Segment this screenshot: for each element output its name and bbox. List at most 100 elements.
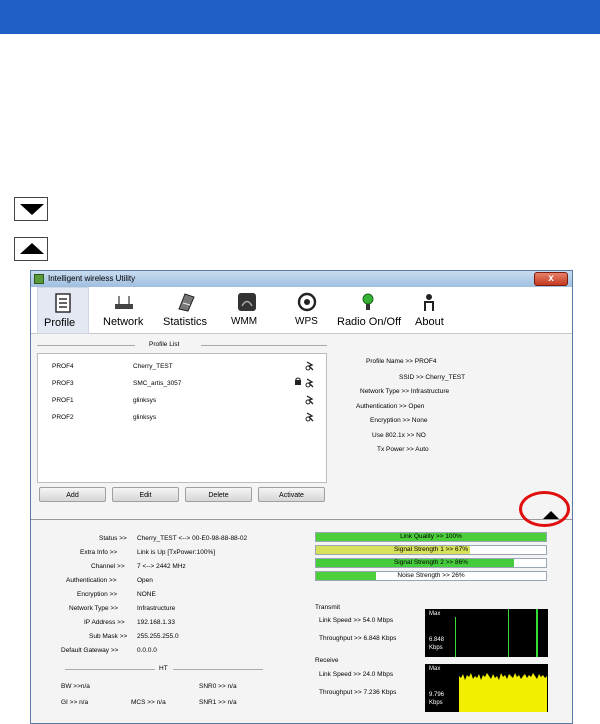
channel-value: 7 <--> 2442 MHz (137, 563, 186, 570)
detail-authentication: Authentication >> Open (356, 403, 425, 410)
connection-icon (305, 395, 314, 405)
profile-ssid: SMC_artis_3057 (133, 380, 182, 387)
tab-label: WMM (231, 316, 258, 327)
authentication-value: Open (137, 577, 153, 584)
connection-icon (305, 412, 314, 422)
tab-label: About (415, 316, 444, 328)
profile-row[interactable]: PROF3 (52, 380, 74, 387)
encryption-label: Encryption >> (77, 591, 118, 598)
tab-wps[interactable]: WPS (289, 287, 325, 334)
highlight-ring (519, 491, 570, 527)
edit-button[interactable]: Edit (112, 487, 179, 502)
tab-statistics[interactable]: Statistics (159, 287, 215, 334)
profile-name: PROF2 (52, 414, 74, 421)
snr0-value: SNR0 >> n/a (199, 683, 237, 690)
title-bar: Intelligent wireless Utility x (31, 271, 572, 287)
ip-address-value: 192.168.1.33 (137, 619, 175, 626)
connection-icon (305, 361, 314, 371)
close-button[interactable]: x (534, 272, 568, 286)
sub-mask-value: 255.255.255.0 (137, 633, 179, 640)
header-bar (0, 0, 600, 34)
mcs-value: MCS >> n/a (131, 699, 166, 706)
profile-name: PROF4 (52, 363, 74, 370)
receive-throughput: Throughput >> 7.236 Kbps (319, 689, 397, 696)
receive-throughput-area (459, 673, 547, 712)
detail-network-type: Network Type >> Infrastructure (360, 388, 450, 395)
receive-link-speed: Link Speed >> 24.0 Mbps (319, 671, 394, 678)
receive-graph: Max 9.796 Kbps (425, 664, 548, 712)
detail-ssid: SSID >> Cherry_TEST (399, 374, 466, 381)
radio-icon (362, 293, 374, 310)
tab-label: Radio On/Off (337, 316, 401, 328)
authentication-label: Authentication >> (66, 577, 117, 584)
tab-label: Network (103, 316, 144, 328)
add-button[interactable]: Add (39, 487, 106, 502)
transmit-throughput: Throughput >> 6.848 Kbps (319, 635, 397, 642)
down-arrow-icon (20, 204, 44, 215)
status-value: Cherry_TEST <--> 00-E0-98-88-88-02 (137, 535, 248, 542)
graph-value: 9.796 (429, 692, 445, 698)
ht-title: HT (159, 665, 168, 672)
bar-label: Noise Strength >> 26% (397, 572, 465, 579)
profile-list: PROF4 Cherry_TEST PROF3 SMC_artis_3057 P… (37, 353, 327, 483)
signal-strength-2-bar: Signal Strength 2 >> 86% (315, 558, 547, 568)
divider (173, 669, 263, 670)
graph-line (508, 609, 509, 657)
profile-name: PROF3 (52, 380, 74, 387)
extra-info-label: Extra Info >> (80, 549, 118, 556)
ip-address-label: IP Address >> (84, 619, 125, 626)
activate-button[interactable]: Activate (258, 487, 325, 502)
signal-strength-1-bar: Signal Strength 1 >> 67% (315, 545, 547, 555)
window-title: Intelligent wireless Utility (48, 274, 136, 283)
app-icon (34, 274, 44, 284)
toolbar: Profile Network Statistics WMM WPS Radio… (31, 287, 572, 334)
graph-unit: Kbps (429, 645, 443, 651)
network-type-label: Network Type >> (69, 605, 119, 612)
app-window: Intelligent wireless Utility x Profile N… (30, 270, 573, 724)
tab-wmm[interactable]: WMM (227, 287, 267, 334)
bar-label: Signal Strength 2 >> 86% (393, 559, 469, 566)
graph-value: 6.848 (429, 637, 445, 643)
graph-line (455, 617, 456, 657)
profile-row[interactable]: PROF2 (52, 414, 74, 421)
profile-row[interactable]: PROF4 (52, 363, 74, 370)
profile-ssid: glinksys (133, 397, 157, 404)
encryption-value: NONE (137, 591, 156, 598)
expand-arrow-button[interactable] (14, 237, 48, 261)
divider (65, 669, 155, 670)
graph-max-label: Max (429, 666, 441, 672)
network-type-value: Infrastructure (137, 605, 176, 612)
profile-row[interactable]: PROF1 (52, 397, 74, 404)
bar-label: Signal Strength 1 >> 67% (393, 546, 469, 553)
bar-label: Link Quality >> 100% (400, 533, 462, 540)
detail-encryption: Encryption >> None (370, 417, 428, 424)
receive-title: Receive (315, 657, 339, 664)
extra-info-value: Link is Up [TxPower:100%] (137, 549, 216, 556)
channel-label: Channel >> (91, 563, 125, 570)
tab-about[interactable]: About (411, 287, 447, 334)
delete-button[interactable]: Delete (185, 487, 252, 502)
tab-network[interactable]: Network (99, 287, 151, 334)
section-divider (31, 519, 572, 520)
detail-use-8021x: Use 802.1x >> NO (372, 432, 426, 439)
lock-icon (295, 377, 301, 385)
tab-label: Statistics (163, 316, 208, 328)
divider (37, 345, 135, 346)
collapse-arrow-button[interactable] (14, 197, 48, 221)
status-label: Status >> (99, 535, 127, 542)
transmit-link-speed: Link Speed >> 54.0 Mbps (319, 617, 394, 624)
profile-list-title: Profile List (149, 341, 180, 348)
sub-mask-label: Sub Mask >> (89, 633, 128, 640)
graph-line (536, 609, 538, 657)
tab-radio-on-off[interactable]: Radio On/Off (335, 287, 401, 334)
graph-max-label: Max (429, 611, 441, 617)
profile-icon (55, 293, 71, 313)
noise-strength-bar: Noise Strength >> 26% (315, 571, 547, 581)
transmit-title: Transmit (315, 604, 341, 611)
bw-value: BW >>n/a (61, 683, 90, 690)
profile-name: PROF1 (52, 397, 74, 404)
divider (201, 345, 327, 346)
tab-profile[interactable]: Profile (37, 287, 89, 334)
tab-label: WPS (295, 316, 318, 327)
network-icon (115, 296, 133, 309)
